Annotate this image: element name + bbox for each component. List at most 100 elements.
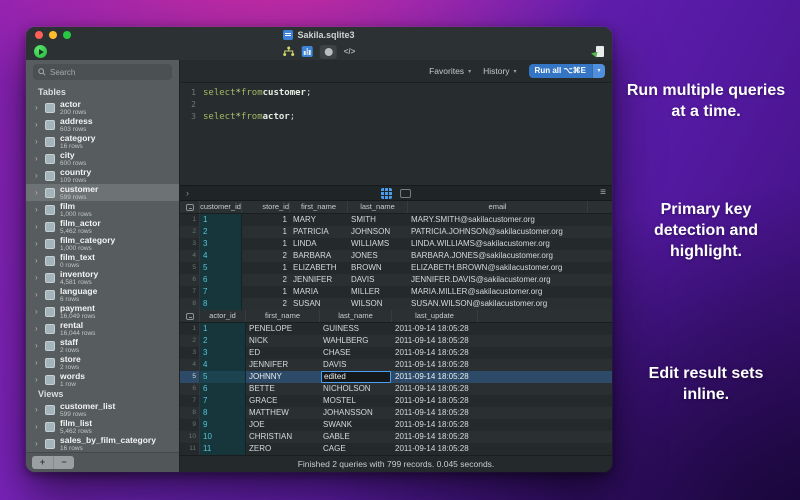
editor-line[interactable]: 1 select * from customer;: [180, 87, 612, 99]
cell-first_name[interactable]: JOHNNY: [246, 371, 320, 383]
sidebar-item-language[interactable]: › language 6 rows: [26, 286, 179, 303]
cell-actor_id[interactable]: 10: [200, 431, 246, 443]
cell-store_id[interactable]: 2: [242, 298, 290, 310]
disclosure-chevron-icon[interactable]: ›: [35, 307, 43, 316]
result-row[interactable]: 7 7 GRACE MOSTEL 2011-09-14 18:05:28: [180, 395, 612, 407]
cell-last_update[interactable]: 2011-09-14 18:05:28: [392, 431, 478, 443]
cell-actor_id[interactable]: 7: [200, 395, 246, 407]
sql-editor[interactable]: 1 select * from customer; 2 3 select * from …: [180, 83, 612, 185]
sidebar-item-country[interactable]: › country 109 rows: [26, 167, 179, 184]
cell-actor_id[interactable]: 5: [200, 371, 246, 383]
inline-edit-input[interactable]: edited: [321, 371, 391, 383]
remove-table-button[interactable]: −: [53, 456, 74, 469]
column-header-actor_id[interactable]: actor_id: [200, 310, 246, 322]
cell-last_name[interactable]: MOSTEL: [320, 395, 392, 407]
cell-email[interactable]: BARBARA.JONES@sakilacustomer.org: [408, 250, 588, 262]
result-row[interactable]: 3 3 ED CHASE 2011-09-14 18:05:28: [180, 347, 612, 359]
disclosure-chevron-icon[interactable]: ›: [35, 154, 43, 163]
cell-customer_id[interactable]: 1: [200, 214, 242, 226]
menu-icon[interactable]: ≡: [600, 188, 606, 198]
cell-store_id[interactable]: 1: [242, 226, 290, 238]
cell-store_id[interactable]: 1: [242, 262, 290, 274]
result-row[interactable]: 11 11 ZERO CAGE 2011-09-14 18:05:28: [180, 443, 612, 455]
result-row[interactable]: 4 4 2 BARBARA JONES BARBARA.JONES@sakilacusto…: [180, 250, 612, 262]
run-query-button[interactable]: [34, 45, 47, 58]
cell-actor_id[interactable]: 8: [200, 407, 246, 419]
sidebar-item-film_category[interactable]: › film_category 1,000 rows: [26, 235, 179, 252]
cell-first_name[interactable]: BARBARA: [290, 250, 348, 262]
cell-first_name[interactable]: NICK: [246, 335, 320, 347]
cell-last_name[interactable]: MILLER: [348, 286, 408, 298]
cell-first_name[interactable]: ED: [246, 347, 320, 359]
browse-view-button-selected[interactable]: [319, 44, 337, 59]
column-header-last_name[interactable]: last_name: [320, 310, 392, 322]
disclosure-chevron-icon[interactable]: ›: [35, 120, 43, 129]
cell-last_update[interactable]: 2011-09-14 18:05:28: [392, 359, 478, 371]
cell-last_name[interactable]: DAVIS: [348, 274, 408, 286]
structure-icon[interactable]: [283, 46, 295, 57]
cell-last_update[interactable]: 2011-09-14 18:05:28: [392, 383, 478, 395]
cell-last_name[interactable]: DAVIS: [320, 359, 392, 371]
cell-actor_id[interactable]: 3: [200, 347, 246, 359]
export-icon[interactable]: [590, 45, 604, 58]
result-row[interactable]: 4 4 JENNIFER DAVIS 2011-09-14 18:05:28: [180, 359, 612, 371]
result-row[interactable]: 8 8 MATTHEW JOHANSSON 2011-09-14 18:05:28: [180, 407, 612, 419]
result-row[interactable]: 10 10 CHRISTIAN GABLE 2011-09-14 18:05:28: [180, 431, 612, 443]
cell-email[interactable]: ELIZABETH.BROWN@sakilacustomer.org: [408, 262, 588, 274]
cell-email[interactable]: SUSAN.WILSON@sakilacustomer.org: [408, 298, 588, 310]
column-header-first_name[interactable]: first_name: [246, 310, 320, 322]
sidebar-item-staff[interactable]: › staff 2 rows: [26, 337, 179, 354]
chart-icon[interactable]: [301, 46, 313, 57]
sidebar-item-actor[interactable]: › actor 200 rows: [26, 99, 179, 116]
cell-store_id[interactable]: 1: [242, 286, 290, 298]
zoom-button[interactable]: [63, 31, 71, 39]
cell-last_update[interactable]: 2011-09-14 18:05:28: [392, 395, 478, 407]
column-header-email[interactable]: email: [408, 201, 588, 213]
sidebar-item-category[interactable]: › category 16 rows: [26, 133, 179, 150]
cell-last_name[interactable]: WAHLBERG: [320, 335, 392, 347]
cell-first_name[interactable]: BETTE: [246, 383, 320, 395]
cell-first_name[interactable]: ELIZABETH: [290, 262, 348, 274]
disclosure-chevron-icon[interactable]: ›: [35, 103, 43, 112]
column-header-last_update[interactable]: last_update: [392, 310, 478, 322]
result-row[interactable]: 9 9 JOE SWANK 2011-09-14 18:05:28: [180, 419, 612, 431]
result-row[interactable]: 8 8 2 SUSAN WILSON SUSAN.WILSON@sakilacustome…: [180, 298, 612, 310]
cell-email[interactable]: MARIA.MILLER@sakilacustomer.org: [408, 286, 588, 298]
cell-last_name[interactable]: JOHNSON: [348, 226, 408, 238]
cell-first_name[interactable]: JENNIFER: [246, 359, 320, 371]
cell-last_update[interactable]: 2011-09-14 18:05:28: [392, 371, 478, 383]
result-row[interactable]: 1 1 1 MARY SMITH MARY.SMITH@sakilacustomer.or…: [180, 214, 612, 226]
disclosure-chevron-icon[interactable]: ›: [35, 375, 43, 384]
sidebar-item-city[interactable]: › city 600 rows: [26, 150, 179, 167]
run-options-chevron-icon[interactable]: ▾: [592, 64, 605, 78]
cell-last_name[interactable]: WILSON: [348, 298, 408, 310]
console-view-icon[interactable]: [400, 188, 411, 198]
result-row[interactable]: 1 1 PENELOPE GUINESS 2011-09-14 18:05:28: [180, 323, 612, 335]
cell-store_id[interactable]: 2: [242, 274, 290, 286]
disclosure-chevron-icon[interactable]: ›: [35, 239, 43, 248]
cell-first_name[interactable]: JENNIFER: [290, 274, 348, 286]
cell-last_update[interactable]: 2011-09-14 18:05:28: [392, 347, 478, 359]
disclosure-chevron-icon[interactable]: ›: [35, 341, 43, 350]
cell-customer_id[interactable]: 3: [200, 238, 242, 250]
sidebar-item-payment[interactable]: › payment 16,049 rows: [26, 303, 179, 320]
disclosure-chevron-icon[interactable]: ›: [35, 273, 43, 282]
grid-view-icon[interactable]: [381, 187, 392, 199]
cell-email[interactable]: PATRICIA.JOHNSON@sakilacustomer.org: [408, 226, 588, 238]
sidebar-item-rental[interactable]: › rental 16,044 rows: [26, 320, 179, 337]
sidebar-item-film[interactable]: › film 1,000 rows: [26, 201, 179, 218]
cell-first_name[interactable]: MARY: [290, 214, 348, 226]
sidebar-item-words[interactable]: › words 1 row: [26, 371, 179, 388]
disclosure-chevron-icon[interactable]: ›: [35, 222, 43, 231]
cell-last_name[interactable]: JOHANSSON: [320, 407, 392, 419]
minimize-button[interactable]: [49, 31, 57, 39]
sidebar-item-inventory[interactable]: › inventory 4,581 rows: [26, 269, 179, 286]
sidebar-item-store[interactable]: › store 2 rows: [26, 354, 179, 371]
sidebar-item-film_text[interactable]: › film_text 0 rows: [26, 252, 179, 269]
close-button[interactable]: [35, 31, 43, 39]
cell-last_update[interactable]: 2011-09-14 18:05:28: [392, 335, 478, 347]
disclosure-chevron-icon[interactable]: ›: [35, 290, 43, 299]
result-row[interactable]: 5 5 JOHNNY edited 2011-09-14 18:05:28: [180, 371, 612, 383]
sidebar-item-film_actor[interactable]: › film_actor 5,462 rows: [26, 218, 179, 235]
editor-line[interactable]: 2: [180, 99, 612, 111]
